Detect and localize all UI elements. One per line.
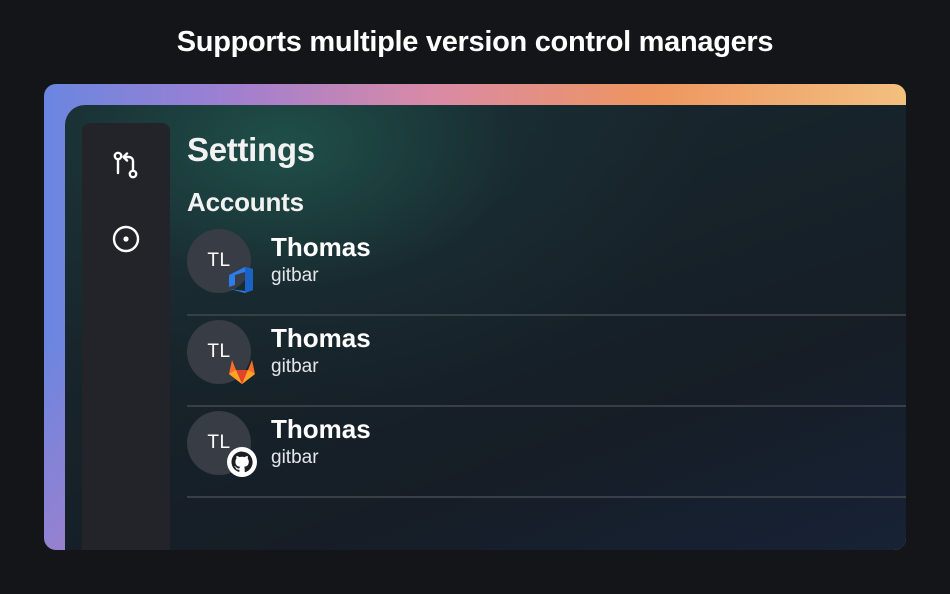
sidebar [82, 123, 170, 550]
app-frame: Settings Accounts TL Thomas gitbar TL Th… [44, 84, 906, 550]
account-row-azure[interactable]: TL Thomas gitbar [187, 225, 906, 316]
azure-devops-icon [225, 263, 259, 297]
app-window: Settings Accounts TL Thomas gitbar TL Th… [65, 105, 906, 550]
account-row-gitlab[interactable]: TL Thomas gitbar [187, 316, 906, 407]
headline: Supports multiple version control manage… [176, 26, 774, 58]
settings-content: Settings Accounts TL Thomas gitbar TL Th… [187, 105, 906, 550]
account-subtitle: gitbar [271, 447, 319, 468]
gitlab-icon [225, 354, 259, 388]
sidebar-item-pull-requests[interactable] [108, 147, 144, 183]
account-subtitle: gitbar [271, 265, 319, 286]
account-subtitle: gitbar [271, 356, 319, 377]
account-name: Thomas [271, 323, 371, 353]
git-pull-request-icon [113, 151, 138, 179]
sidebar-item-issues[interactable] [108, 221, 144, 257]
accounts-list: TL Thomas gitbar TL Thomas gitbar TL Tho… [187, 225, 906, 498]
account-name: Thomas [271, 414, 371, 444]
section-title-accounts: Accounts [187, 187, 304, 217]
page-title: Settings [187, 131, 315, 168]
account-name: Thomas [271, 232, 371, 262]
account-row-github[interactable]: TL Thomas gitbar [187, 407, 906, 498]
circle-dot-icon [112, 225, 140, 253]
github-icon [225, 445, 259, 479]
